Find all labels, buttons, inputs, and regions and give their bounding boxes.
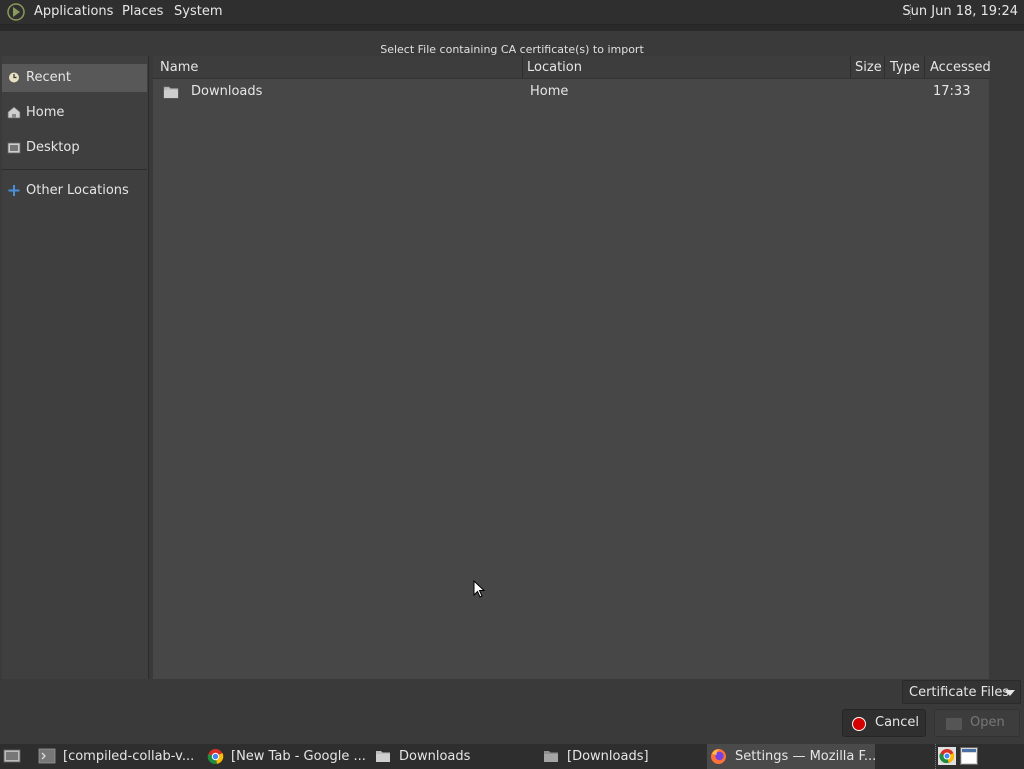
file-filter-dropdown[interactable]: Certificate Files: [902, 680, 1021, 704]
row-name: Downloads: [191, 84, 263, 99]
clock[interactable]: Sun Jun 18, 19:24: [902, 4, 1018, 19]
column-header-size[interactable]: Size: [855, 60, 882, 75]
menu-places[interactable]: Places: [122, 4, 163, 19]
folder-icon: [376, 751, 390, 762]
column-separator[interactable]: [884, 56, 885, 78]
dialog-title: Select File containing CA certificate(s)…: [380, 43, 644, 56]
column-header-location[interactable]: Location: [527, 60, 582, 75]
column-header-type[interactable]: Type: [890, 60, 920, 75]
window-tray-icon[interactable]: [960, 747, 978, 765]
sidebar-item-recent[interactable]: Recent: [2, 64, 147, 92]
open-folder-icon: [946, 718, 962, 730]
sidebar-item-label: Recent: [26, 70, 71, 85]
top-panel: Applications Places System Sun Jun 18, 1…: [0, 0, 1024, 25]
chrome-tray-icon[interactable]: [938, 747, 956, 765]
task-label: [New Tab - Google ...: [231, 749, 366, 764]
cancel-label: Cancel: [875, 715, 920, 730]
sidebar-item-desktop[interactable]: Desktop: [2, 134, 147, 162]
column-separator[interactable]: [850, 56, 851, 78]
applications-logo-icon[interactable]: [7, 3, 25, 21]
taskbar-task-firefox[interactable]: Settings — Mozilla F...: [707, 744, 877, 769]
show-desktop-icon[interactable]: [3, 748, 21, 764]
places-sidebar: Recent Home Desktop Other Locations: [2, 56, 149, 679]
menu-system[interactable]: System: [174, 4, 222, 19]
chevron-down-icon: [1005, 690, 1015, 696]
home-icon: [7, 106, 21, 119]
open-button[interactable]: Open: [934, 709, 1020, 737]
taskbar-task-terminal[interactable]: [compiled-collab-v...: [34, 744, 200, 769]
taskbar: [compiled-collab-v... [New Tab - Google …: [0, 743, 1024, 769]
file-chooser-dialog: Select File containing CA certificate(s)…: [0, 25, 1024, 743]
sidebar-separator: [2, 169, 147, 170]
taskbar-task-downloads-minimized[interactable]: [Downloads]: [540, 744, 706, 769]
recent-icon: [8, 71, 20, 84]
chrome-icon: [207, 749, 224, 765]
task-label: [Downloads]: [567, 749, 649, 764]
cancel-button[interactable]: Cancel: [842, 709, 926, 737]
taskbar-task-chrome[interactable]: [New Tab - Google ...: [204, 744, 370, 769]
file-list-view[interactable]: Name Location Size Type Accessed Downloa…: [153, 56, 991, 679]
filter-label: Certificate Files: [909, 685, 1010, 700]
row-location: Home: [530, 84, 569, 99]
sidebar-item-label: Desktop: [26, 140, 80, 155]
open-label: Open: [970, 715, 1005, 730]
taskbar-separator: [935, 744, 937, 769]
folder-icon: [163, 86, 179, 99]
sidebar-item-label: Other Locations: [26, 183, 129, 198]
column-separator[interactable]: [924, 56, 925, 78]
sidebar-item-label: Home: [26, 105, 65, 120]
taskbar-task-downloads[interactable]: Downloads: [372, 744, 538, 769]
column-header-name[interactable]: Name: [160, 60, 198, 75]
menu-applications[interactable]: Applications: [34, 4, 113, 19]
plus-icon: [8, 185, 20, 196]
column-separator[interactable]: [522, 56, 523, 78]
task-label: [compiled-collab-v...: [63, 749, 195, 764]
mouse-cursor-icon: [473, 580, 485, 598]
task-label: Downloads: [399, 749, 471, 764]
cancel-icon: [852, 717, 866, 731]
sidebar-item-other-locations[interactable]: Other Locations: [2, 177, 147, 205]
firefox-icon: [711, 749, 726, 764]
task-label: Settings — Mozilla F...: [735, 749, 877, 764]
table-row[interactable]: Downloads Home 17:33: [153, 80, 989, 104]
sidebar-item-home[interactable]: Home: [2, 99, 147, 127]
column-header-bar: Name Location Size Type Accessed: [153, 56, 991, 79]
terminal-icon: [38, 748, 56, 764]
folder-icon: [544, 751, 558, 762]
desktop-icon: [7, 142, 21, 154]
column-header-accessed[interactable]: Accessed: [930, 60, 991, 75]
row-accessed: 17:33: [933, 84, 971, 99]
